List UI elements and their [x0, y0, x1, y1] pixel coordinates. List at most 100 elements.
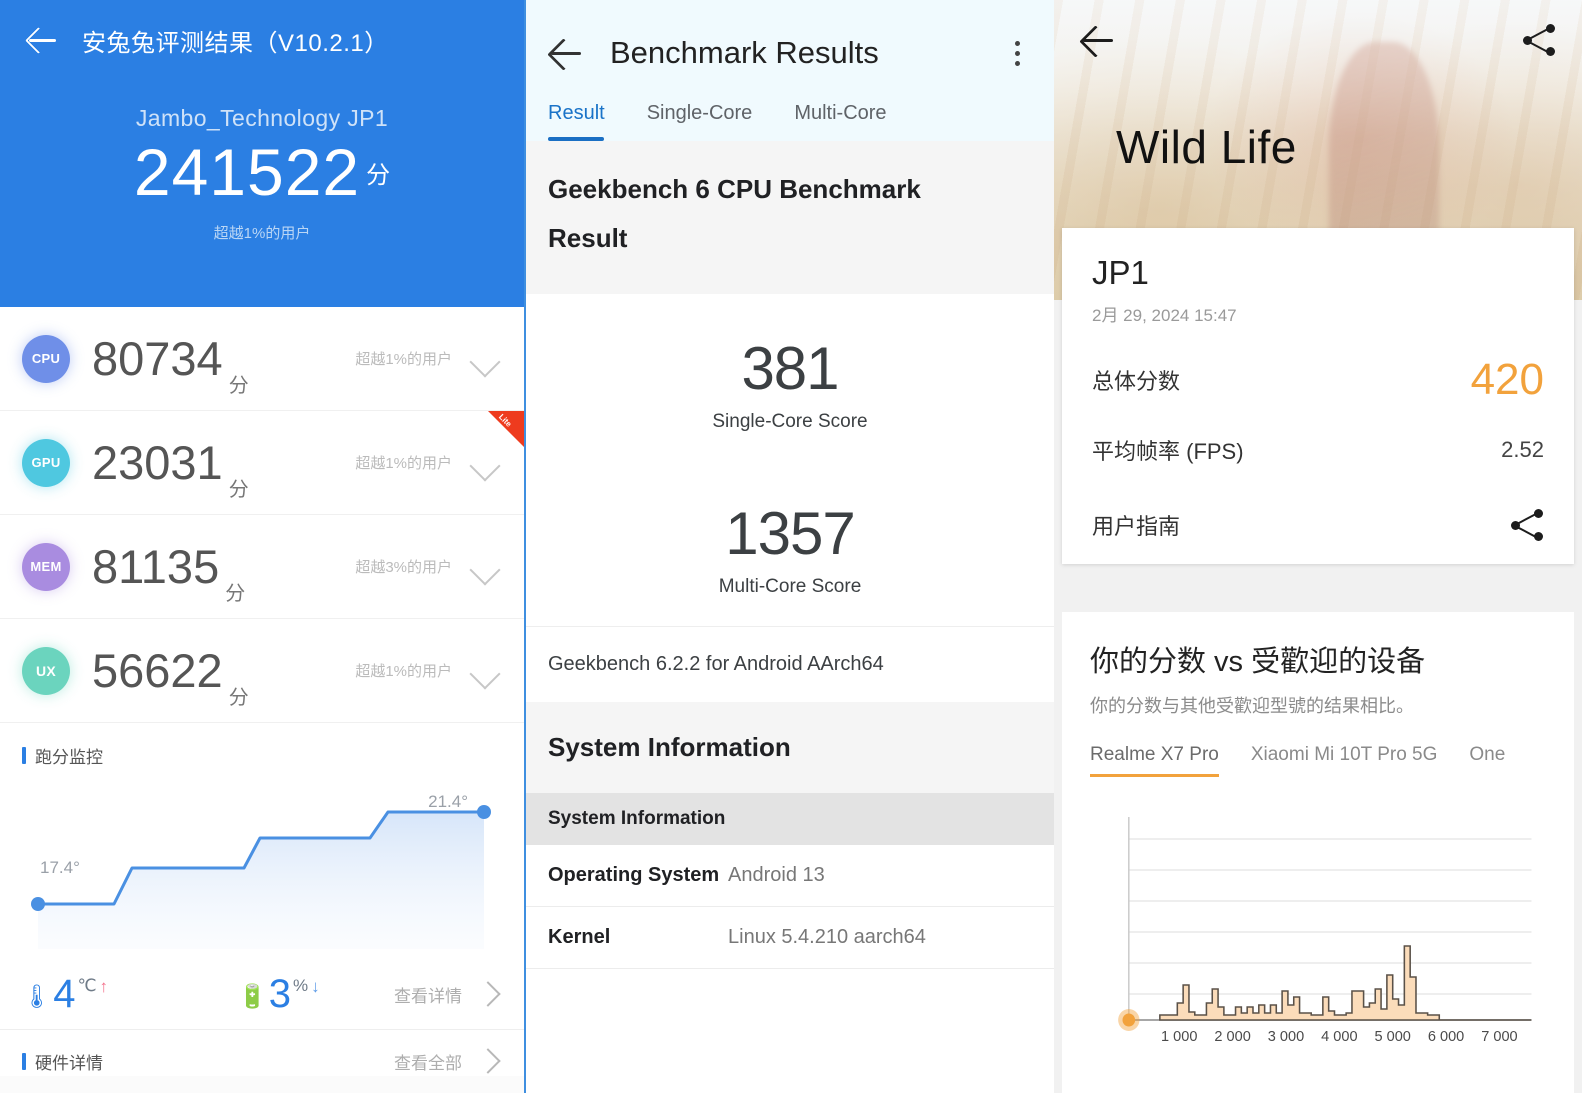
view-detail-label: 查看详情 [394, 986, 462, 1006]
temp-high-label: 21.4° [428, 792, 468, 811]
row-score-unit: 分 [228, 375, 249, 397]
device-tab-one[interactable]: One [1469, 744, 1505, 777]
device-tab-xiaomi-mi-10t-pro-5g[interactable]: Xiaomi Mi 10T Pro 5G [1251, 744, 1438, 777]
ux-badge-icon: UX [22, 646, 70, 695]
fps-row: 平均帧率 (FPS) 2.52 [1092, 434, 1544, 466]
table-row[interactable]: CPU 80734 分 超越1%的用户 [0, 307, 524, 411]
geekbench-top-bar: Benchmark Results [526, 22, 1054, 84]
antutu-percentile: 超越1%的用户 [213, 225, 311, 242]
temperature-chart: 17.4° 21.4° [22, 774, 502, 959]
chevron-down-icon[interactable] [466, 651, 506, 691]
chevron-down-icon[interactable] [466, 443, 506, 483]
overall-score-label: 总体分数 [1092, 368, 1181, 394]
multi-core-score: 1357 [725, 499, 855, 567]
chevron-down-icon[interactable] [466, 547, 506, 587]
row-key: Kernel [548, 925, 611, 948]
score-spacer [526, 433, 1054, 499]
cpu-badge-icon: CPU [22, 334, 70, 383]
table-row[interactable]: Lite GPU 23031 分 超越1%的用户 [0, 411, 524, 515]
geekbench-panel: Benchmark Results Result Single-Core Mul… [524, 0, 1054, 1093]
back-arrow-icon[interactable] [1080, 22, 1116, 58]
result-heading-line1: Geekbench 6 CPU Benchmark [548, 174, 921, 204]
single-core-label: Single-Core Score [712, 410, 868, 432]
threedmark-panel: Wild Life JP1 2月 29, 2024 15:47 总体分数 420… [1054, 0, 1582, 1093]
antutu-device-name: Jambo_Technology JP1 [135, 105, 389, 131]
row-percentile: 超越1%的用户 [355, 455, 452, 472]
row-key: Operating System [548, 863, 720, 886]
chevron-right-icon [472, 1046, 502, 1076]
row-score-unit: 分 [228, 479, 249, 501]
svg-text:6 000: 6 000 [1428, 1029, 1464, 1045]
system-information-subheader: System Information [526, 792, 1054, 845]
row-value: Linux 5.4.210 aarch64 [728, 925, 926, 948]
fps-label: 平均帧率 (FPS) [1092, 438, 1244, 464]
antutu-total-score: 241522 [133, 135, 361, 209]
antutu-panel: 安兔兔评测结果（V10.2.1） Jambo_Technology JP1 24… [0, 0, 524, 1093]
back-arrow-icon[interactable] [548, 35, 584, 71]
mem-badge-icon: MEM [22, 542, 70, 591]
comparison-subtitle: 你的分数与其他受歡迎型號的结果相比。 [1090, 696, 1414, 716]
row-score: 23031 [92, 436, 223, 489]
row-score: 56622 [92, 644, 223, 697]
single-core-score: 381 [741, 334, 839, 402]
overflow-menu-icon[interactable] [1002, 34, 1032, 72]
table-row[interactable]: MEM 81135 分 超越3%的用户 [0, 515, 524, 619]
row-percentile: 超越3%的用户 [355, 559, 452, 576]
overall-score-value: 420 [1470, 355, 1544, 404]
row-score-unit: 分 [228, 687, 249, 709]
table-row[interactable]: UX 56622 分 超越1%的用户 [0, 619, 524, 723]
threedmark-comparison-section: 你的分数 vs 受歡迎的设备 你的分数与其他受歡迎型號的结果相比。 Realme… [1062, 612, 1574, 1093]
tab-result[interactable]: Result [548, 102, 605, 141]
antutu-title: 安兔兔评测结果（V10.2.1） [82, 29, 389, 57]
view-detail-button[interactable]: 查看详情 [394, 979, 502, 1009]
threedmark-result-card: JP1 2月 29, 2024 15:47 总体分数 420 平均帧率 (FPS… [1062, 228, 1574, 564]
fps-value: 2.52 [1501, 436, 1544, 462]
antutu-header: 安兔兔评测结果（V10.2.1） Jambo_Technology JP1 24… [0, 0, 524, 307]
antutu-monitor-section: 跑分监控 17.4° 21.4° [0, 723, 524, 959]
comparison-device-tabs: Realme X7 Pro Xiaomi Mi 10T Pro 5G One [1090, 744, 1546, 777]
battery-delta-value: 3 [268, 972, 291, 1016]
chevron-down-icon[interactable] [466, 339, 506, 379]
row-percentile: 超越1%的用户 [355, 663, 452, 680]
arrow-down-icon: ↓ [311, 977, 320, 996]
benchmark-screenshots-row: 安兔兔评测结果（V10.2.1） Jambo_Technology JP1 24… [0, 0, 1582, 1093]
battery-delta-unit: % [292, 976, 309, 995]
svg-text:4 000: 4 000 [1321, 1029, 1357, 1045]
svg-text:2 000: 2 000 [1214, 1029, 1250, 1045]
score-distribution-chart: 1 000 2 000 3 000 4 000 5 000 6 000 7 00… [1090, 799, 1546, 1049]
temperature-delta-stat: 🌡 4 ℃ ↑ [22, 974, 108, 1014]
geekbench-header: Benchmark Results Result Single-Core Mul… [526, 0, 1054, 141]
arrow-up-icon: ↑ [99, 977, 109, 996]
lite-ribbon-label: Lite [496, 412, 514, 429]
monitor-section-title: 跑分监控 [22, 743, 502, 768]
device-tab-realme-x7-pro[interactable]: Realme X7 Pro [1090, 744, 1219, 777]
result-heading-line2: Result [548, 223, 628, 254]
tab-single-core[interactable]: Single-Core [647, 102, 753, 141]
view-all-label: 查看全部 [394, 1053, 462, 1073]
thermometer-icon: 🌡 [22, 983, 52, 1009]
row-score: 80734 [92, 332, 223, 385]
antutu-score-rows: CPU 80734 分 超越1%的用户 Lite GPU 23031 分 超越1… [0, 307, 524, 723]
antutu-top-bar: 安兔兔评测结果（V10.2.1） [0, 0, 524, 80]
result-device-name: JP1 [1092, 254, 1149, 291]
table-row: Kernel Linux 5.4.210 aarch64 [526, 907, 1054, 969]
tab-multi-core[interactable]: Multi-Core [794, 102, 886, 141]
geekbench-version-text: Geekbench 6.2.2 for Android AArch64 [526, 625, 1054, 702]
geekbench-scores: 381 Single-Core Score 1357 Multi-Core Sc… [526, 293, 1054, 626]
row-percentile: 超越1%的用户 [355, 351, 452, 368]
view-all-button[interactable]: 查看全部 [394, 1046, 502, 1076]
battery-delta-stat: 🔋 3 % ↓ [238, 974, 320, 1014]
gpu-badge-icon: GPU [22, 438, 70, 487]
temperature-delta-value: 4 [53, 972, 76, 1016]
share-icon[interactable] [1510, 508, 1544, 542]
share-icon[interactable] [1522, 23, 1556, 57]
antutu-total-score-unit: 分 [366, 161, 391, 189]
user-guide-row[interactable]: 用户指南 [1092, 502, 1544, 542]
svg-text:1 000: 1 000 [1161, 1029, 1197, 1045]
back-arrow-icon[interactable] [26, 23, 60, 57]
geekbench-result-heading: Geekbench 6 CPU Benchmark Result [526, 141, 1054, 294]
chevron-right-icon [472, 979, 502, 1009]
threedmark-top-bar [1054, 0, 1582, 80]
overall-score-row: 总体分数 420 [1092, 355, 1544, 404]
antutu-total-score-line: 241522 分 [0, 134, 524, 210]
